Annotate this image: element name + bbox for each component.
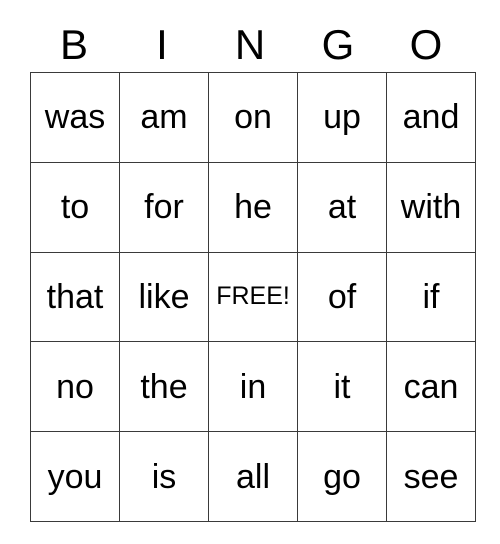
bingo-header-letter-n: N	[206, 0, 294, 72]
bingo-cell[interactable]: if	[386, 251, 476, 343]
bingo-cell-label: in	[239, 367, 267, 406]
bingo-cell-label: no	[56, 367, 94, 406]
bingo-header-letter-o: O	[382, 0, 470, 72]
bingo-cell-label: if	[422, 277, 440, 316]
bingo-row: that like FREE! of if	[30, 251, 476, 343]
bingo-cell-label: all	[235, 457, 271, 496]
bingo-cell[interactable]: up	[297, 72, 387, 163]
header-letter-text: O	[409, 21, 443, 68]
bingo-header-row: B I N G O	[30, 0, 470, 72]
bingo-row: was am on up and	[30, 72, 476, 163]
bingo-row: no the in it can	[30, 341, 476, 433]
header-letter-text: B	[59, 21, 88, 68]
bingo-free-space-cell[interactable]: FREE!	[208, 251, 298, 343]
bingo-cell[interactable]: go	[297, 431, 387, 522]
bingo-cell-label: is	[151, 457, 177, 496]
bingo-cell-label: to	[60, 188, 90, 227]
bingo-cell[interactable]: with	[386, 161, 476, 253]
bingo-header-letter-g: G	[294, 0, 382, 72]
bingo-cell-label: see	[403, 457, 459, 496]
bingo-cell[interactable]: no	[30, 341, 120, 433]
bingo-cell[interactable]: like	[119, 251, 209, 343]
bingo-cell[interactable]: he	[208, 161, 298, 253]
bingo-cell-label: at	[327, 188, 357, 227]
bingo-cell-label: am	[140, 98, 188, 137]
bingo-cell-label: can	[403, 367, 459, 406]
bingo-cell-label: like	[138, 277, 190, 316]
bingo-cell[interactable]: of	[297, 251, 387, 343]
bingo-row: you is all go see	[30, 431, 476, 522]
bingo-cell[interactable]: is	[119, 431, 209, 522]
bingo-card: B I N G O was am on up and to for he at …	[30, 0, 476, 522]
bingo-grid: was am on up and to for he at with that …	[30, 72, 476, 522]
bingo-cell[interactable]: at	[297, 161, 387, 253]
bingo-row: to for he at with	[30, 161, 476, 253]
bingo-cell[interactable]: it	[297, 341, 387, 433]
bingo-cell[interactable]: you	[30, 431, 120, 522]
bingo-cell-label: that	[46, 277, 104, 316]
bingo-cell-label: the	[140, 367, 188, 406]
bingo-cell[interactable]: in	[208, 341, 298, 433]
bingo-cell-label: for	[144, 188, 184, 227]
bingo-header-letter-i: I	[118, 0, 206, 72]
bingo-cell-label: you	[47, 457, 103, 496]
bingo-cell[interactable]: to	[30, 161, 120, 253]
bingo-cell-label: he	[234, 188, 272, 227]
bingo-cell-label: go	[323, 457, 361, 496]
header-letter-text: N	[234, 21, 266, 68]
bingo-cell[interactable]: on	[208, 72, 298, 163]
bingo-cell-label: on	[234, 98, 272, 137]
bingo-cell[interactable]: was	[30, 72, 120, 163]
bingo-header-letter-b: B	[30, 0, 118, 72]
bingo-free-space-label: FREE!	[216, 282, 290, 311]
bingo-cell[interactable]: all	[208, 431, 298, 522]
header-letter-text: I	[156, 21, 168, 68]
bingo-cell[interactable]: see	[386, 431, 476, 522]
bingo-cell[interactable]: the	[119, 341, 209, 433]
bingo-cell[interactable]: can	[386, 341, 476, 433]
bingo-cell[interactable]: for	[119, 161, 209, 253]
bingo-cell-label: with	[400, 188, 462, 227]
bingo-cell[interactable]: that	[30, 251, 120, 343]
bingo-cell[interactable]: am	[119, 72, 209, 163]
bingo-cell-label: was	[44, 98, 106, 137]
bingo-cell-label: it	[333, 367, 351, 406]
bingo-cell-label: of	[327, 277, 357, 316]
header-letter-text: G	[321, 21, 355, 68]
bingo-cell-label: up	[323, 98, 361, 137]
bingo-cell-label: and	[402, 98, 460, 137]
bingo-cell[interactable]: and	[386, 72, 476, 163]
